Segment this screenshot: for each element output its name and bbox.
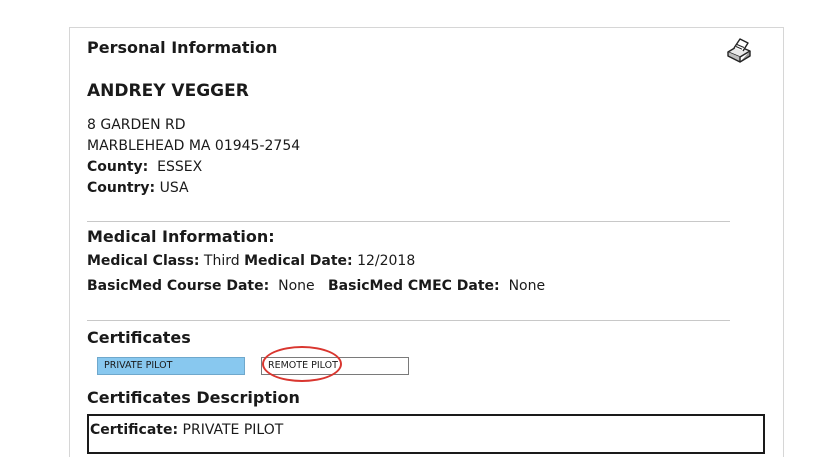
medical-class-row: Medical Class: Third Medical Date: 12/20… xyxy=(87,253,415,269)
certificate-label: Certificate: xyxy=(90,422,179,438)
personal-info-heading: Personal Information xyxy=(87,38,278,57)
basicmed-row: BasicMed Course Date: None BasicMed CMEC… xyxy=(87,278,545,294)
basicmed-cmec-value: None xyxy=(508,278,546,294)
county-row: County: ESSEX xyxy=(87,159,202,175)
medical-date-value: 12/2018 xyxy=(357,253,416,269)
country-row: Country: USA xyxy=(87,180,189,196)
basicmed-course-value: None xyxy=(278,278,315,294)
divider-medical xyxy=(87,320,730,321)
address-line-1: 8 GARDEN RD xyxy=(87,117,186,133)
basicmed-cmec-label: BasicMed CMEC Date: xyxy=(328,278,500,294)
divider-personal xyxy=(87,221,730,222)
person-name: ANDREY VEGGER xyxy=(87,81,249,101)
certificate-value: PRIVATE PILOT xyxy=(182,422,284,438)
medical-info-heading: Medical Information: xyxy=(87,227,275,246)
basicmed-course-label: BasicMed Course Date: xyxy=(87,278,270,294)
medical-date-label: Medical Date: xyxy=(244,253,353,269)
country-label: Country: xyxy=(87,180,156,196)
address-line-2: MARBLEHEAD MA 01945-2754 xyxy=(87,138,301,154)
printer-icon[interactable] xyxy=(724,35,754,65)
certificates-description-heading: Certificates Description xyxy=(87,388,300,407)
tab-remote-pilot[interactable]: REMOTE PILOT xyxy=(261,357,409,375)
country-value: USA xyxy=(159,180,189,196)
certificate-description-box: Certificate: PRIVATE PILOT xyxy=(87,414,765,454)
certificates-heading: Certificates xyxy=(87,328,191,347)
county-label: County: xyxy=(87,159,149,175)
medical-class-value: Third xyxy=(203,253,240,269)
medical-class-label: Medical Class: xyxy=(87,253,200,269)
county-value: ESSEX xyxy=(157,159,203,175)
certificate-row: Certificate: PRIVATE PILOT xyxy=(90,422,283,438)
tab-private-pilot[interactable]: PRIVATE PILOT xyxy=(97,357,245,375)
